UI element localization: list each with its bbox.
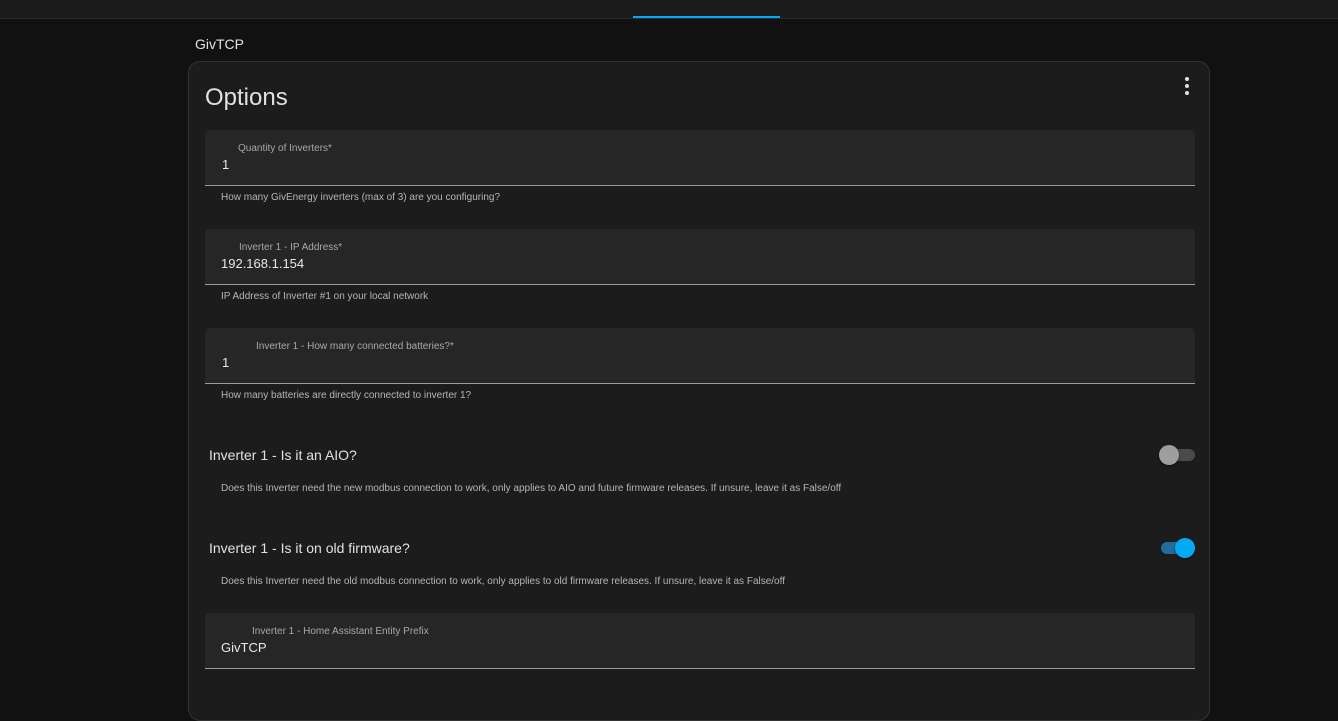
aio-switch-thumb bbox=[1159, 445, 1179, 465]
old-firmware-helper: Does this Inverter need the old modbus c… bbox=[221, 576, 785, 587]
section-title: GivTCP bbox=[195, 36, 244, 52]
aio-switch[interactable] bbox=[1159, 445, 1195, 465]
ip-address-input[interactable] bbox=[221, 256, 1171, 271]
batteries-field[interactable]: Inverter 1 - How many connected batterie… bbox=[205, 328, 1195, 384]
quantity-input[interactable] bbox=[222, 157, 1172, 172]
batteries-label: Inverter 1 - How many connected batterie… bbox=[256, 341, 454, 352]
card-title: Options bbox=[205, 84, 288, 111]
top-app-bar bbox=[0, 0, 1338, 19]
active-tab-indicator bbox=[633, 16, 780, 18]
aio-helper: Does this Inverter need the new modbus c… bbox=[221, 483, 842, 494]
entity-prefix-input[interactable] bbox=[221, 640, 1171, 655]
ip-address-label: Inverter 1 - IP Address* bbox=[239, 242, 343, 253]
quantity-field[interactable]: Quantity of Inverters* bbox=[205, 130, 1195, 186]
kebab-menu-icon bbox=[1185, 77, 1189, 95]
ip-address-field[interactable]: Inverter 1 - IP Address* bbox=[205, 229, 1195, 285]
entity-prefix-field[interactable]: Inverter 1 - Home Assistant Entity Prefi… bbox=[205, 613, 1195, 669]
ip-address-helper: IP Address of Inverter #1 on your local … bbox=[221, 291, 429, 302]
quantity-label: Quantity of Inverters* bbox=[238, 143, 332, 154]
old-firmware-switch-thumb bbox=[1175, 538, 1195, 558]
batteries-helper: How many batteries are directly connecte… bbox=[221, 390, 472, 401]
quantity-helper: How many GivEnergy inverters (max of 3) … bbox=[221, 192, 501, 203]
old-firmware-switch[interactable] bbox=[1159, 538, 1195, 558]
batteries-input[interactable] bbox=[222, 355, 1172, 370]
entity-prefix-label: Inverter 1 - Home Assistant Entity Prefi… bbox=[252, 626, 429, 637]
aio-switch-label: Inverter 1 - Is it an AIO? bbox=[209, 447, 357, 463]
overflow-menu-button[interactable] bbox=[1175, 74, 1199, 98]
options-card: Options Quantity of Inverters* How many … bbox=[188, 61, 1210, 721]
old-firmware-switch-label: Inverter 1 - Is it on old firmware? bbox=[209, 540, 410, 556]
